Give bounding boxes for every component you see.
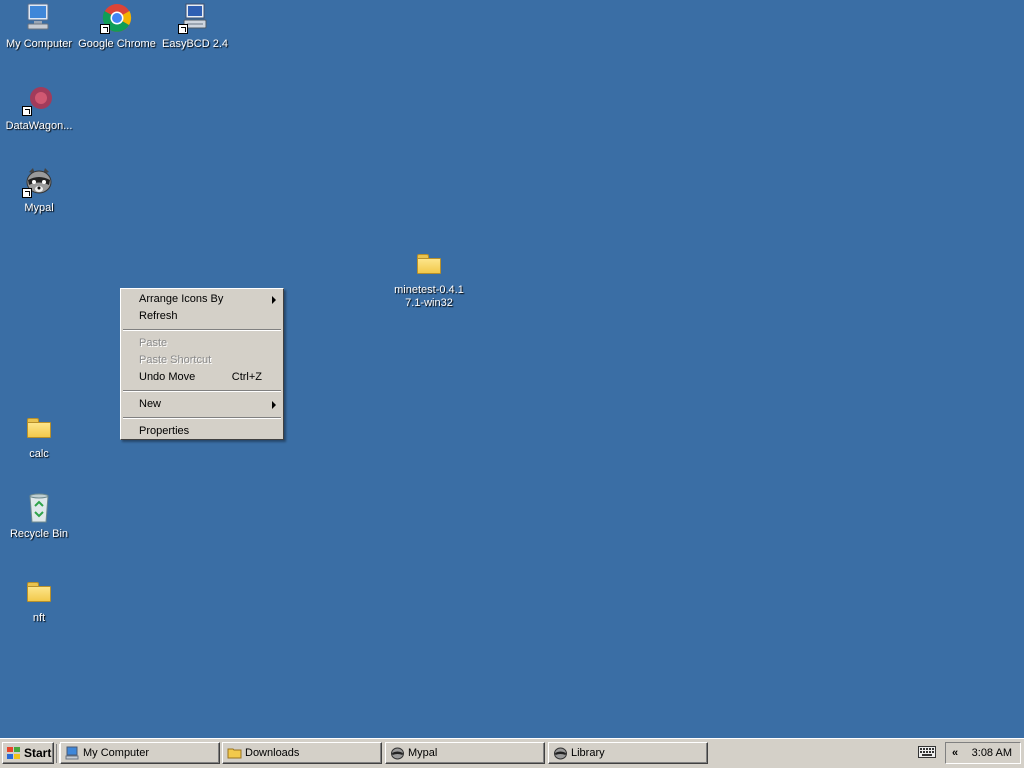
menu-item-label: New [139, 398, 162, 410]
shortcut-arrow-icon [100, 24, 110, 34]
taskbar-button-mypal[interactable]: Mypal [385, 742, 545, 764]
recycle-bin-icon [22, 492, 56, 524]
desktop-icon-google-chrome[interactable]: Google Chrome [78, 2, 156, 51]
folder-icon [22, 576, 56, 608]
menu-item-paste: Paste [121, 335, 283, 352]
taskbar-button-label: My Computer [83, 747, 150, 759]
system-tray: « 3:08 AM [945, 742, 1021, 764]
mypal-raccoon-icon [22, 166, 56, 198]
menu-item-label: Refresh [139, 310, 178, 322]
shortcut-arrow-icon [22, 106, 32, 116]
folder-icon [227, 746, 242, 760]
desktop-icon-recycle-bin[interactable]: Recycle Bin [0, 492, 78, 541]
menu-separator [123, 390, 281, 392]
folder-icon [22, 412, 56, 444]
taskbar-button-my-computer[interactable]: My Computer [60, 742, 220, 764]
desktop-icon-label: My Computer [5, 38, 73, 50]
menu-item-label: Paste [139, 337, 168, 349]
desktop-icon-label: EasyBCD 2.4 [161, 38, 229, 50]
desktop-icon-nft-folder[interactable]: nft [0, 576, 78, 625]
my-computer-icon [22, 2, 56, 34]
desktop-icon-label: DataWagon... [5, 120, 73, 132]
easybcd-icon [178, 2, 212, 34]
mypal-raccoon-icon [553, 746, 568, 760]
desktop-icon-easybcd[interactable]: EasyBCD 2.4 [156, 2, 234, 51]
start-button[interactable]: Start [2, 742, 54, 764]
folder-icon [412, 248, 446, 280]
menu-item-label: Properties [139, 425, 190, 437]
taskbar-button-library[interactable]: Library [548, 742, 708, 764]
menu-item-properties[interactable]: Properties [121, 423, 283, 440]
desktop-icon-calc-folder[interactable]: calc [0, 412, 78, 461]
desktop-icon-label: Google Chrome [78, 38, 156, 50]
taskbar-button-label: Mypal [408, 747, 438, 759]
desktop-icon-label: minetest-0.4.1 7.1-win32 [394, 284, 464, 309]
menu-item-new[interactable]: New [121, 396, 283, 413]
submenu-arrow-icon [272, 401, 276, 409]
taskbar-button-label: Library [571, 747, 605, 759]
windows-logo-icon [7, 747, 21, 760]
desktop-icon-mypal[interactable]: Mypal [0, 166, 78, 215]
taskbar: Start My Computer Downloads Mypal Librar… [0, 738, 1024, 768]
taskbar-button-downloads[interactable]: Downloads [222, 742, 382, 764]
my-computer-icon [65, 746, 80, 760]
chrome-icon [100, 2, 134, 34]
desktop-icon-my-computer[interactable]: My Computer [0, 2, 78, 51]
desktop-icon-minetest-folder[interactable]: minetest-0.4.1 7.1-win32 [390, 248, 468, 310]
menu-item-refresh[interactable]: Refresh [121, 308, 283, 325]
keyboard-icon[interactable] [918, 746, 936, 758]
clock[interactable]: 3:08 AM [972, 743, 1012, 763]
desktop-icon-label: Recycle Bin [9, 528, 69, 540]
menu-item-arrange-icons-by[interactable]: Arrange Icons By [121, 291, 283, 308]
menu-item-label: Arrange Icons By [139, 293, 224, 305]
desktop-icon-label: nft [32, 612, 46, 624]
show-hidden-icons-button[interactable]: « [952, 743, 958, 763]
shortcut-arrow-icon [178, 24, 188, 34]
desktop-icon-datawagon[interactable]: DataWagon... [0, 84, 78, 133]
start-label: Start [24, 746, 52, 760]
menu-item-shortcut: Ctrl+Z [231, 371, 262, 383]
menu-item-undo-move[interactable]: Undo Move Ctrl+Z [121, 369, 283, 386]
desktop-context-menu: Arrange Icons By Refresh Paste Paste Sho… [120, 288, 284, 440]
submenu-arrow-icon [272, 296, 276, 304]
menu-item-label: Undo Move [139, 371, 196, 383]
desktop-icon-label: Mypal [24, 202, 54, 214]
desktop-icon-label: calc [29, 448, 49, 460]
menu-item-label: Paste Shortcut [139, 354, 212, 366]
menu-separator [123, 417, 281, 419]
shortcut-arrow-icon [22, 188, 32, 198]
taskbar-button-label: Downloads [245, 747, 300, 759]
menu-item-paste-shortcut: Paste Shortcut [121, 352, 283, 369]
mypal-raccoon-icon [390, 746, 405, 760]
menu-separator [123, 329, 281, 331]
datawagon-icon [22, 84, 56, 116]
